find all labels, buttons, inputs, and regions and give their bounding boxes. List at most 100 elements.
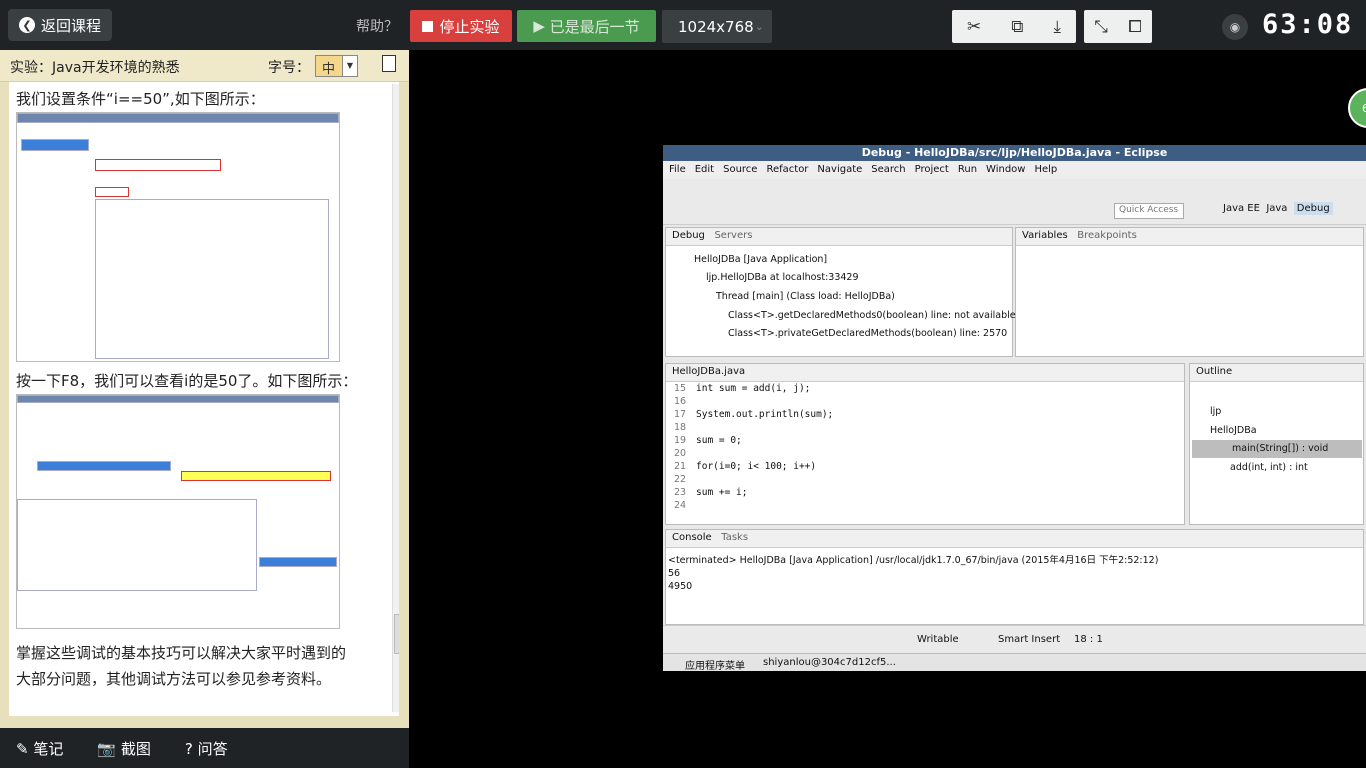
console-view: Console Tasks <terminated> HelloJDBa [Ja… xyxy=(665,529,1364,625)
menu-file[interactable]: File xyxy=(669,161,686,179)
download-icon[interactable]: ⤓ xyxy=(1053,17,1061,37)
notes-button[interactable]: ✎ 笔记 xyxy=(16,738,63,759)
tree-item[interactable]: ljp.HelloJDBa at localhost:33429 xyxy=(706,272,859,283)
screenshot-breakpoint-properties xyxy=(16,112,340,362)
perspective-java[interactable]: Java xyxy=(1266,203,1287,214)
top-bar: ❮ 返回课程 帮助？ 停止实验 ▶ 已是最后一节 1024x768 ⌄ ✂ ⧉ ⤓ ⤡ ⧠… xyxy=(0,0,1366,50)
tree-item[interactable]: Class<T>.getDeclaredMethods0(boolean) li… xyxy=(728,310,1034,321)
arrow-left-icon: ❮ xyxy=(18,17,35,33)
help-link[interactable]: 帮助？ xyxy=(356,16,398,36)
lesson-scrollbar[interactable] xyxy=(392,84,399,712)
stop-experiment-button[interactable]: 停止实验 xyxy=(410,10,512,42)
taskbar: 应用程序菜单 shiyanlou@304c7d12cf5... xyxy=(663,653,1366,672)
resolution-select[interactable]: 1024x768 ⌄ xyxy=(662,10,772,43)
perspective-java-ee[interactable]: Java EE xyxy=(1223,203,1260,214)
tab-outline[interactable]: Outline xyxy=(1196,366,1232,377)
code-line[interactable]: System.out.println(sum); xyxy=(696,409,833,420)
outline-item[interactable]: add(int, int) : int xyxy=(1230,462,1308,473)
lesson-panel: 实验：Java开发环境的熟悉 字号： 中 ▼ 我们设置条件“i==50”,如下图所… xyxy=(0,50,409,728)
line-number: 18 xyxy=(674,422,687,433)
tree-item[interactable]: Thread [main] (Class load: HelloJDBa) xyxy=(716,291,895,302)
tab-variables[interactable]: Variables xyxy=(1022,230,1068,241)
scroll-thumb[interactable] xyxy=(394,614,399,654)
app-menu[interactable]: 应用程序菜单 xyxy=(685,657,745,672)
paragraph-1: 我们设置条件“i==50”,如下图所示： xyxy=(16,90,265,108)
eclipse-window: Debug - HelloJDBa/src/ljp/HelloJDBa.java… xyxy=(663,145,1366,672)
lesson-content: 我们设置条件“i==50”,如下图所示： 按一下F8，我们可以查看i的是50了。… xyxy=(9,82,399,716)
menu-run[interactable]: Run xyxy=(958,161,977,179)
compress-icon[interactable]: ⤡ xyxy=(1094,17,1108,37)
lesson-header: 实验：Java开发环境的熟悉 字号： 中 ▼ xyxy=(0,50,409,82)
eye-icon[interactable]: ◉ xyxy=(1222,14,1248,40)
screenshot-debug-perspective xyxy=(16,394,340,629)
font-size-label: 字号： xyxy=(268,60,310,76)
terminal-task[interactable]: shiyanlou@304c7d12cf5... xyxy=(763,657,896,668)
font-size-select[interactable]: 中 ▼ xyxy=(315,55,358,77)
line-number: 23 xyxy=(674,487,687,498)
menu-bar: File Edit Source Refactor Navigate Searc… xyxy=(663,161,1366,179)
editor: HelloJDBa.java 15 int sum = add(i, j); 16 1… xyxy=(665,363,1185,525)
line-number: 22 xyxy=(674,474,687,485)
console-line: 4950 xyxy=(668,581,693,592)
last-section-button[interactable]: ▶ 已是最后一节 xyxy=(517,10,656,42)
screen-share-icon[interactable]: ⧉ xyxy=(1011,17,1023,37)
menu-source[interactable]: Source xyxy=(723,161,757,179)
line-number: 17 xyxy=(674,409,687,420)
outline-item[interactable]: HelloJDBa xyxy=(1210,425,1257,436)
chevron-down-icon: ⌄ xyxy=(754,20,764,33)
menu-refactor[interactable]: Refactor xyxy=(766,161,808,179)
code-line[interactable]: int sum = add(i, j); xyxy=(696,383,810,394)
tab-editor[interactable]: HelloJDBa.java xyxy=(672,366,745,377)
timer: 63:08 xyxy=(1262,9,1354,40)
stop-icon xyxy=(422,20,434,32)
outline-item-selected[interactable]: main(String[]) : void xyxy=(1192,440,1362,458)
back-button[interactable]: ❮ 返回课程 xyxy=(8,9,112,41)
toolbar-group: ✂ ⧉ ⤓ xyxy=(952,10,1076,43)
menu-search[interactable]: Search xyxy=(871,161,905,179)
status-insert-mode: Smart Insert xyxy=(998,634,1061,645)
code-line[interactable]: sum = 0; xyxy=(696,435,742,446)
status-bar: Writable Smart Insert 18 : 1 xyxy=(663,625,1366,653)
screenshot-button[interactable]: 📷 截图 xyxy=(97,738,150,759)
tab-servers[interactable]: Servers xyxy=(714,230,752,241)
tab-console[interactable]: Console xyxy=(672,532,712,543)
quick-access-input[interactable]: Quick Access xyxy=(1114,203,1184,219)
line-number: 21 xyxy=(674,461,687,472)
menu-edit[interactable]: Edit xyxy=(695,161,714,179)
online-count-badge: 62 xyxy=(1348,88,1366,128)
perspective-switcher: Java EE Java Debug xyxy=(1223,202,1333,215)
scissors-icon[interactable]: ✂ xyxy=(967,17,981,37)
perspective-debug[interactable]: Debug xyxy=(1293,202,1333,215)
line-number: 15 xyxy=(674,383,687,394)
chevron-down-icon: ▼ xyxy=(342,56,357,76)
menu-navigate[interactable]: Navigate xyxy=(817,161,862,179)
tab-breakpoints[interactable]: Breakpoints xyxy=(1077,230,1137,241)
toolbar-group-2: ⤡ ⧠ xyxy=(1084,10,1152,43)
code-line[interactable]: for(i=0; i< 100; i++) xyxy=(696,461,816,472)
play-icon: ▶ xyxy=(533,17,545,35)
tab-tasks[interactable]: Tasks xyxy=(721,532,748,543)
lesson-bottom-bar: ✎ 笔记 📷 截图 ? 问答 xyxy=(0,728,409,768)
status-writable: Writable xyxy=(917,634,959,645)
document-icon[interactable] xyxy=(382,55,396,72)
outline-item[interactable]: ljp xyxy=(1210,406,1221,417)
console-header: <terminated> HelloJDBa [Java Application… xyxy=(668,555,1159,566)
code-line[interactable]: sum += i; xyxy=(696,487,747,498)
eclipse-toolbar: Quick Access Java EE Java Debug xyxy=(663,179,1366,225)
paragraph-2: 按一下F8，我们可以查看i的是50了。如下图所示： xyxy=(16,372,358,390)
menu-project[interactable]: Project xyxy=(915,161,949,179)
status-cursor: 18 : 1 xyxy=(1074,634,1103,645)
line-number: 19 xyxy=(674,435,687,446)
external-link-icon[interactable]: ⧠ xyxy=(1128,17,1142,37)
tab-debug[interactable]: Debug xyxy=(672,230,705,241)
window-title: Debug - HelloJDBa/src/ljp/HelloJDBa.java… xyxy=(663,145,1366,161)
tree-item[interactable]: Class<T>.privateGetDeclaredMethods(boole… xyxy=(728,328,1007,339)
tree-item[interactable]: HelloJDBa [Java Application] xyxy=(694,254,827,265)
qa-button[interactable]: ? 问答 xyxy=(185,738,228,759)
outline-view: Outline ljp HelloJDBa main(String[]) : v… xyxy=(1189,363,1364,525)
line-number: 24 xyxy=(674,500,687,511)
line-number: 20 xyxy=(674,448,687,459)
menu-window[interactable]: Window xyxy=(986,161,1025,179)
debug-view: Debug Servers HelloJDBa [Java Applicatio… xyxy=(665,227,1034,357)
menu-help[interactable]: Help xyxy=(1034,161,1057,179)
